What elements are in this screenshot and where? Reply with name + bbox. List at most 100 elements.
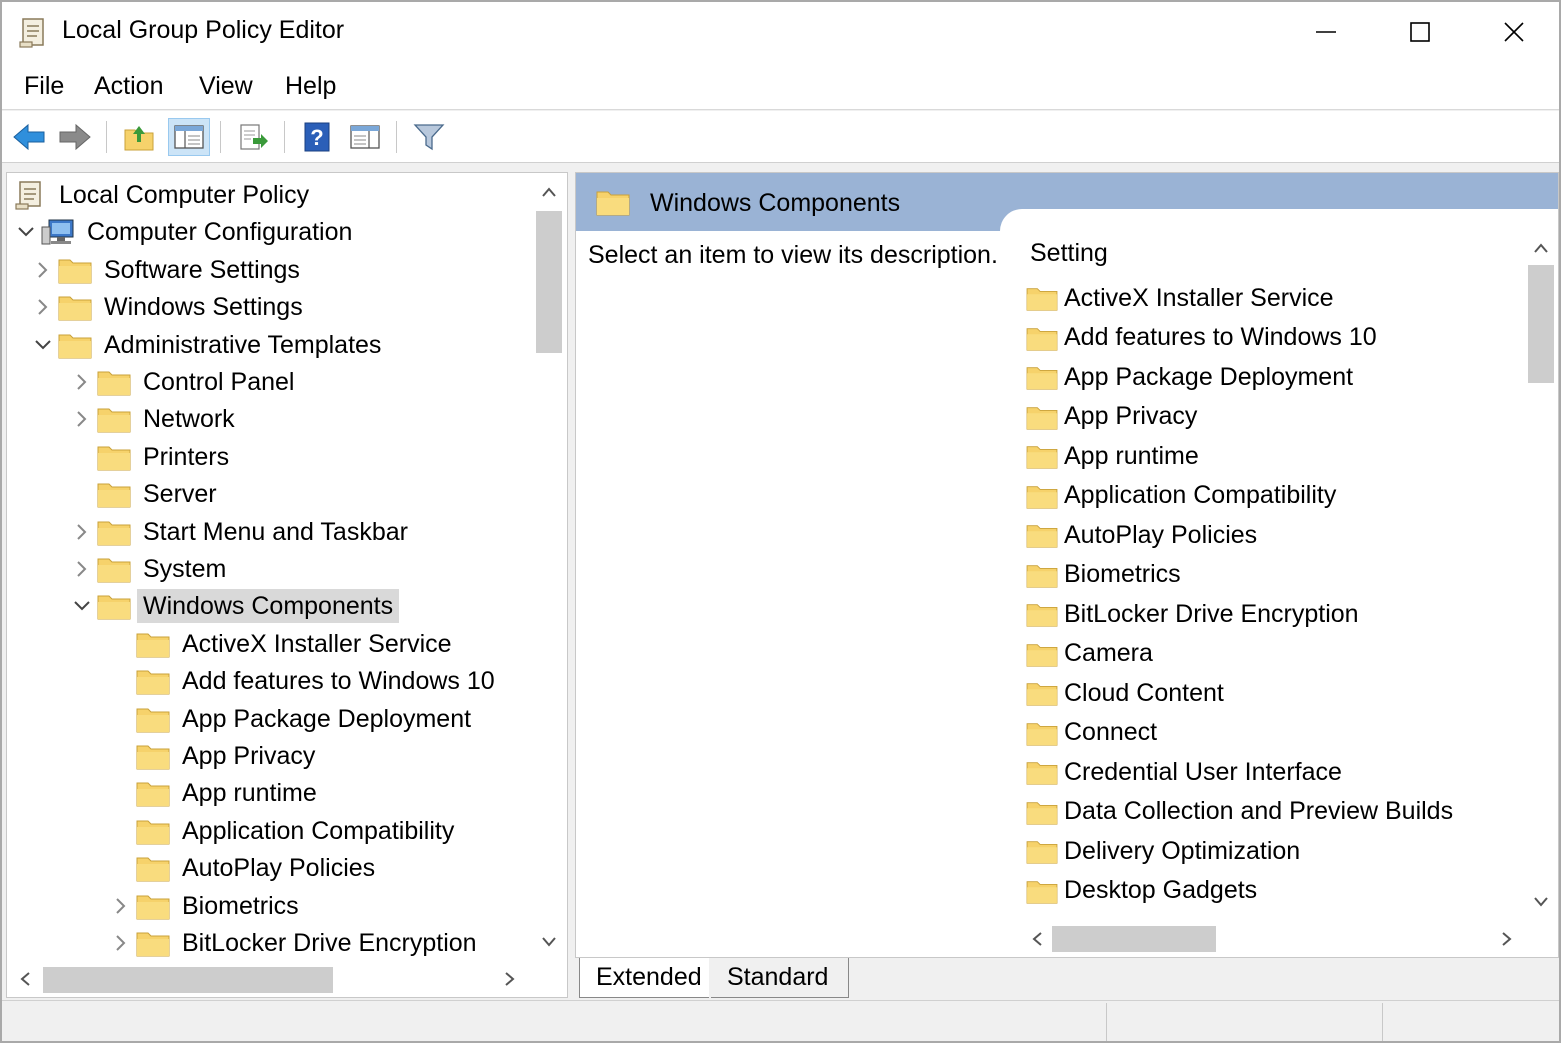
details-horizontal-scrollbar[interactable] [1022,921,1524,957]
menu-action[interactable]: Action [90,72,167,101]
column-header-setting[interactable]: Setting [1030,239,1108,268]
title-bar[interactable]: Local Group Policy Editor [2,2,1559,64]
list-item[interactable]: AutoPlay Policies [1026,516,1257,554]
scroll-thumb[interactable] [536,211,562,353]
tree-item[interactable]: System [67,551,232,587]
menu-view[interactable]: View [195,72,257,101]
help-button[interactable]: ? [296,118,338,156]
list-item[interactable]: Credential User Interface [1026,753,1342,791]
tree-item[interactable]: Windows Settings [28,289,309,325]
list-item[interactable]: App runtime [1026,437,1199,475]
tree-item[interactable]: Local Computer Policy [7,177,315,213]
tab-extended[interactable]: Extended [579,958,709,998]
show-hide-tree-button[interactable] [168,118,210,156]
forward-button[interactable] [54,118,96,156]
tree-item[interactable]: App Privacy [106,738,321,774]
list-item[interactable]: Application Compatibility [1026,477,1336,515]
list-item-label: Cloud Content [1064,678,1224,707]
scroll-thumb[interactable] [1528,265,1554,383]
maximize-button[interactable] [1374,2,1466,62]
folder-icon [97,446,131,471]
chevron-right-icon[interactable] [106,925,136,961]
filter-button[interactable] [408,118,450,156]
tree-item[interactable]: Network [67,401,241,437]
menu-file[interactable]: File [20,72,68,101]
scroll-right-arrow[interactable] [495,964,525,994]
list-item[interactable]: Add features to Windows 10 [1026,319,1377,357]
tree-item[interactable]: Biometrics [106,888,305,924]
list-item[interactable]: Cloud Content [1026,674,1224,712]
chevron-right-icon[interactable] [67,364,97,400]
tree-item[interactable]: Add features to Windows 10 [106,663,501,699]
close-button[interactable] [1468,2,1560,62]
scroll-right-arrow[interactable] [1492,924,1522,954]
list-item[interactable]: ActiveX Installer Service [1026,279,1334,317]
folder-icon [1026,841,1058,864]
tree-item[interactable]: Software Settings [28,252,306,288]
tree-item[interactable]: Windows Components [67,588,400,624]
tree-item-label: Application Compatibility [182,816,455,845]
tree-item-label: Printers [143,442,230,471]
minimize-icon [1316,31,1336,33]
chevron-right-icon[interactable] [67,401,97,437]
list-item[interactable]: App Privacy [1026,398,1197,436]
list-item[interactable]: BitLocker Drive Encryption [1026,595,1359,633]
folder-icon [1026,485,1058,509]
chevron-right-icon[interactable] [28,252,58,288]
list-item[interactable]: App Package Deployment [1026,358,1353,396]
list-item[interactable]: Data Collection and Preview Builds [1026,793,1453,831]
chevron-right-icon[interactable] [67,514,97,550]
scroll-down-arrow[interactable] [534,927,564,957]
tree-item[interactable]: AutoPlay Policies [106,850,381,886]
chevron-right-icon[interactable] [28,289,58,325]
scroll-up-arrow[interactable] [1526,233,1556,263]
scroll-left-arrow[interactable] [1022,924,1052,954]
list-item-label: ActiveX Installer Service [1064,283,1334,312]
scroll-thumb[interactable] [1052,926,1216,952]
scroll-left-arrow[interactable] [10,964,40,994]
tree-item[interactable]: BitLocker Drive Encryption [106,925,483,961]
properties-button[interactable] [344,118,386,156]
tree-vertical-scrollbar[interactable] [531,173,567,963]
tree-item[interactable]: App Package Deployment [106,701,477,737]
scroll-down-arrow[interactable] [1526,887,1556,917]
tree-item[interactable]: Administrative Templates [28,327,387,363]
chevron-right-icon[interactable] [106,888,136,924]
back-button[interactable] [8,118,50,156]
list-item[interactable]: Desktop Gadgets [1026,872,1257,910]
menu-bar: File Action View Help [2,64,1559,110]
tree-item-label: Biometrics [182,891,299,920]
export-list-button[interactable] [232,118,274,156]
list-item-label: Biometrics [1064,560,1181,588]
chevron-down-icon[interactable] [67,588,97,624]
chevron-up-icon [542,187,556,197]
list-item-label: Add features to Windows 10 [1064,323,1377,351]
tree-item[interactable]: Control Panel [67,364,300,400]
folder-icon [58,334,92,359]
tree-item[interactable]: App runtime [106,775,323,811]
chevron-down-icon[interactable] [11,214,41,250]
folder-icon [136,782,170,807]
tree-item[interactable]: ActiveX Installer Service [106,626,458,662]
list-item[interactable]: Camera [1026,635,1153,673]
list-item[interactable]: Connect [1026,714,1157,752]
tree-item[interactable]: Computer Configuration [11,214,358,250]
minimize-button[interactable] [1280,2,1372,62]
header-notch [1000,209,1558,233]
tree-horizontal-scrollbar[interactable] [7,961,567,997]
scroll-up-arrow[interactable] [534,177,564,207]
chevron-right-icon[interactable] [67,551,97,587]
tree-item[interactable]: Start Menu and Taskbar [67,514,414,550]
up-one-level-button[interactable] [118,118,160,156]
scroll-thumb[interactable] [43,967,333,993]
tree-item[interactable]: Server [67,476,223,512]
menu-help[interactable]: Help [281,72,340,101]
list-item[interactable]: Biometrics [1026,556,1181,594]
list-item[interactable]: Delivery Optimization [1026,832,1300,870]
tree-item[interactable]: Printers [67,439,235,475]
tree-item[interactable]: Application Compatibility [106,813,460,849]
folder-icon [97,595,131,620]
chevron-down-icon[interactable] [28,327,58,363]
details-vertical-scrollbar[interactable] [1524,231,1558,921]
tab-standard[interactable]: Standard [711,958,849,998]
